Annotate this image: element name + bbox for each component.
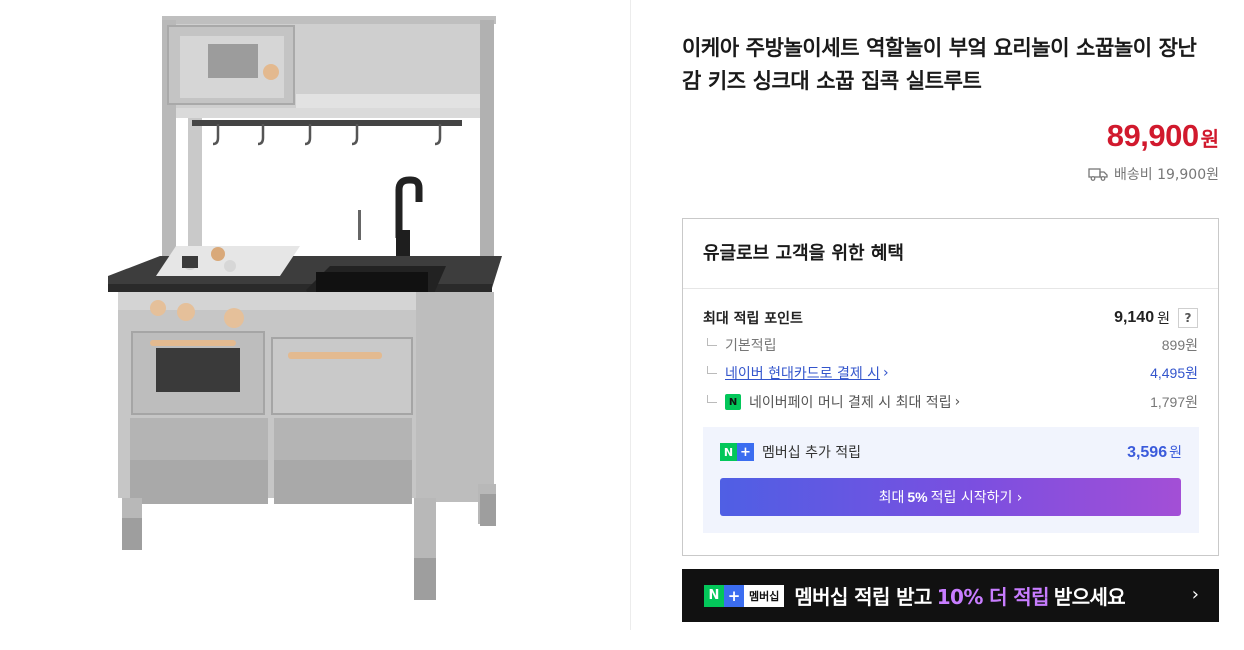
start-membership-button[interactable]: 최대 5% 적립 시작하기 ›: [720, 478, 1181, 516]
max-points-amount: 9,140 원 ?: [1114, 308, 1198, 328]
basic-points-row: 기본적립 899원: [707, 335, 1198, 355]
chevron-right-icon: ›: [954, 394, 961, 410]
hyundai-card-row[interactable]: 네이버 현대카드로 결제 시 › 4,495원: [707, 363, 1198, 383]
membership-label-wrap: N + 멤버십 추가 적립: [720, 442, 861, 462]
question-icon[interactable]: ?: [1178, 308, 1198, 328]
chevron-right-icon: ›: [883, 365, 889, 381]
npay-money-label-wrap: N 네이버페이 머니 결제 시 최대 적립 ›: [707, 392, 960, 412]
promo-text-highlight: 10% 더 적립: [936, 585, 1050, 609]
max-points-label: 최대 적립 포인트: [703, 311, 803, 327]
max-points-unit: 원: [1157, 311, 1170, 327]
shipping-fee: 배송비 19,900원: [1088, 164, 1219, 184]
max-points-value: 9,140: [1114, 309, 1155, 326]
truck-icon: [1088, 168, 1108, 181]
membership-amount: 3,596 원: [1127, 442, 1182, 462]
hyundai-card-value: 4,495원: [1150, 365, 1198, 381]
naver-n-icon: N: [720, 443, 737, 461]
benefit-box: 유글로브 고객을 위한 혜택 최대 적립 포인트 9,140 원 ? 기본적립 …: [682, 218, 1219, 556]
npay-icon: N: [725, 394, 741, 410]
membership-tag: 멤버십: [744, 584, 785, 607]
plus-icon: +: [737, 443, 754, 461]
membership-value: 3,596: [1127, 444, 1168, 461]
npay-money-value: 1,797원: [1150, 394, 1198, 410]
start-button-percent: 5%: [907, 489, 928, 505]
shipping-text: 배송비 19,900원: [1114, 167, 1219, 183]
product-title: 이케아 주방놀이세트 역할놀이 부엌 요리놀이 소꿉놀이 장난감 키즈 싱크대 …: [682, 36, 1197, 93]
membership-row: N + 멤버십 추가 적립 3,596 원: [720, 441, 1182, 463]
promo-text: 멤버십 적립 받고 10% 더 적립 받으세요: [794, 581, 1125, 610]
tree-branch-icon: [707, 338, 717, 346]
npay-money-row[interactable]: N 네이버페이 머니 결제 시 최대 적립 › 1,797원: [707, 392, 1198, 412]
price: 89,900 원: [1107, 118, 1219, 154]
naver-plus-membership-icon: N + 멤버십: [704, 584, 785, 607]
basic-points-label: 기본적립: [725, 338, 777, 354]
price-unit: 원: [1200, 127, 1219, 151]
membership-label: 멤버십 추가 적립: [762, 445, 862, 461]
hyundai-card-link[interactable]: 네이버 현대카드로 결제 시: [725, 363, 880, 383]
plus-icon: +: [724, 584, 744, 607]
start-button-post: 적립 시작하기 ›: [930, 490, 1023, 506]
benefit-title: 유글로브 고객을 위한 혜택: [703, 243, 904, 264]
product-info-pane: 이케아 주방놀이세트 역할놀이 부엌 요리놀이 소꿉놀이 장난감 키즈 싱크대 …: [682, 0, 1219, 650]
hyundai-card-label-wrap: 네이버 현대카드로 결제 시 ›: [707, 363, 889, 383]
membership-unit: 원: [1169, 445, 1182, 461]
tree-branch-icon: [707, 395, 717, 403]
product-image-pane: [0, 0, 631, 630]
divider: [683, 288, 1218, 289]
tree-branch-icon: [707, 366, 717, 374]
naver-plus-icon: N +: [720, 443, 754, 461]
npay-money-label[interactable]: 네이버페이 머니 결제 시 최대 적립: [749, 392, 952, 412]
naver-n-icon: N: [704, 584, 724, 607]
membership-box: N + 멤버십 추가 적립 3,596 원 최대 5% 적립 시작하기 ›: [703, 427, 1199, 533]
price-value: 89,900: [1106, 118, 1199, 153]
start-button-pre: 최대: [878, 490, 905, 506]
chevron-right-icon: ›: [1191, 584, 1199, 605]
basic-points-value: 899원: [1161, 337, 1198, 353]
basic-points-label-wrap: 기본적립: [707, 335, 777, 355]
promo-text-pre: 멤버십 적립 받고: [794, 585, 932, 609]
membership-promo-banner[interactable]: N + 멤버십 멤버십 적립 받고 10% 더 적립 받으세요 ›: [682, 569, 1219, 622]
max-points-row: 최대 적립 포인트 9,140 원 ?: [703, 307, 1198, 329]
product-image[interactable]: [100, 8, 520, 608]
promo-text-post: 받으세요: [1053, 585, 1126, 609]
